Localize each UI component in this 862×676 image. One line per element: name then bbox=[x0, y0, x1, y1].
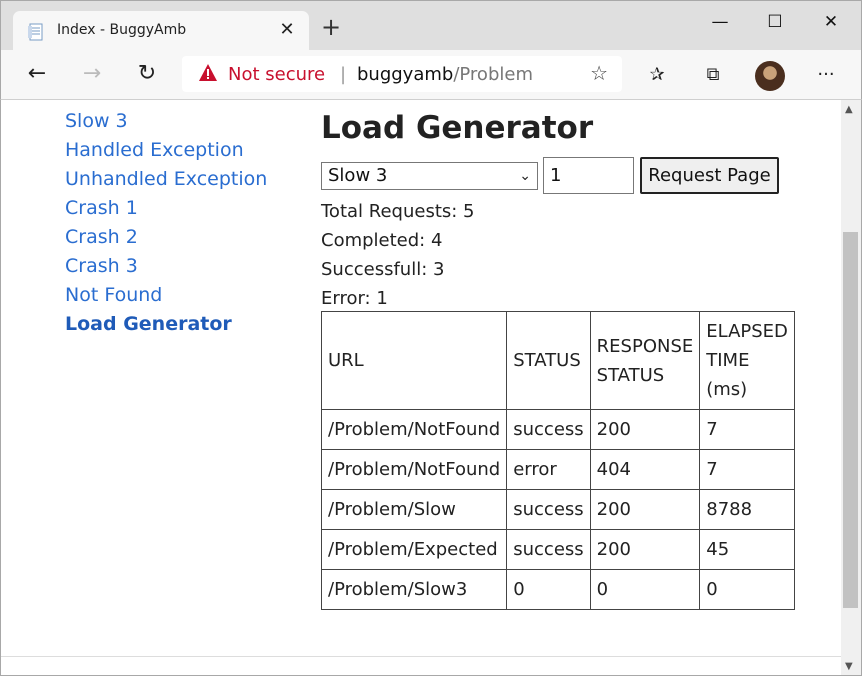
sidebar-item-not-found[interactable]: Not Found bbox=[65, 281, 267, 310]
cell-url: /Problem/Slow3 bbox=[320, 569, 508, 610]
more-options-icon[interactable]: ··· bbox=[813, 62, 839, 88]
load-controls: Slow 3 ⌄ 1 Request Page bbox=[321, 157, 781, 195]
scroll-up-icon[interactable]: ▲ bbox=[845, 104, 853, 115]
problem-select-value: Slow 3 bbox=[328, 165, 388, 186]
sidebar-item-handled-exception[interactable]: Handled Exception bbox=[65, 136, 267, 165]
cell-response-status: 0 bbox=[589, 569, 701, 610]
collections-icon[interactable]: ⧉ bbox=[700, 62, 726, 88]
column-header-response-status: RESPONSE STATUS bbox=[589, 311, 701, 410]
new-tab-button[interactable]: + bbox=[318, 15, 344, 39]
cell-response-status: 200 bbox=[589, 489, 701, 530]
column-header-status: STATUS bbox=[506, 311, 591, 410]
sidebar-item-crash-3[interactable]: Crash 3 bbox=[65, 252, 267, 281]
scrollbar-thumb[interactable] bbox=[843, 232, 858, 608]
url-text: buggyamb/Problem bbox=[357, 64, 533, 85]
profile-avatar[interactable] bbox=[755, 61, 785, 91]
problem-select[interactable]: Slow 3 ⌄ bbox=[321, 162, 538, 190]
cell-url: /Problem/Slow bbox=[320, 489, 508, 530]
tab-title: Index - BuggyAmb bbox=[57, 22, 187, 38]
cell-status: success bbox=[506, 409, 591, 450]
refresh-icon[interactable]: ↻ bbox=[132, 59, 162, 89]
completed-requests: Completed: 4 bbox=[321, 230, 443, 251]
cell-elapsed-time: 7 bbox=[699, 449, 795, 490]
cell-elapsed-time: 0 bbox=[699, 569, 795, 610]
cell-status: 0 bbox=[506, 569, 591, 610]
browser-toolbar: ← → ↻ Not secure | buggyamb/Problem ☆ ✰ … bbox=[0, 50, 862, 100]
warning-icon bbox=[199, 64, 217, 81]
cell-url: /Problem/Expected bbox=[320, 529, 508, 570]
browser-tab[interactable]: Index - BuggyAmb ✕ bbox=[13, 11, 309, 52]
error-requests: Error: 1 bbox=[321, 288, 388, 309]
table-row: /Problem/NotFound success 200 7 bbox=[320, 409, 795, 450]
sidebar-item-load-generator[interactable]: Load Generator bbox=[65, 310, 267, 339]
cell-url: /Problem/NotFound bbox=[320, 409, 508, 450]
sidebar-item-unhandled-exception[interactable]: Unhandled Exception bbox=[65, 165, 267, 194]
total-requests: Total Requests: 5 bbox=[321, 201, 475, 222]
favorites-list-icon[interactable]: ✰ bbox=[644, 62, 670, 88]
minimize-button[interactable]: — bbox=[700, 11, 740, 35]
back-arrow-icon[interactable]: ← bbox=[22, 59, 52, 89]
column-header-url: URL bbox=[320, 311, 508, 410]
table-row: /Problem/Slow success 200 8788 bbox=[320, 489, 795, 530]
cell-elapsed-time: 7 bbox=[699, 409, 795, 450]
table-row: /Problem/NotFound error 404 7 bbox=[320, 449, 795, 490]
tab-close-icon[interactable]: ✕ bbox=[277, 19, 297, 40]
chevron-down-icon: ⌄ bbox=[519, 168, 531, 184]
page-viewport: Slow 3 Handled Exception Unhandled Excep… bbox=[0, 100, 862, 676]
title-bar: Index - BuggyAmb ✕ + — ☐ ✕ bbox=[0, 0, 862, 52]
forward-arrow-icon[interactable]: → bbox=[77, 59, 107, 89]
address-bar[interactable]: Not secure | buggyamb/Problem ☆ bbox=[182, 56, 622, 92]
maximize-button[interactable]: ☐ bbox=[755, 11, 795, 35]
cell-url: /Problem/NotFound bbox=[320, 449, 508, 490]
sidebar-item-slow-3[interactable]: Slow 3 bbox=[65, 107, 267, 136]
table-row: /Problem/Slow3 0 0 0 bbox=[320, 569, 795, 610]
favorite-star-icon[interactable]: ☆ bbox=[590, 61, 608, 85]
request-stats: Total Requests: 5 Completed: 4 Successfu… bbox=[321, 197, 475, 313]
cell-response-status: 200 bbox=[589, 409, 701, 450]
table-header-row: URL STATUS RESPONSE STATUS ELAPSED TIME … bbox=[320, 311, 795, 410]
cell-status: error bbox=[506, 449, 591, 490]
page-footer-divider bbox=[1, 656, 843, 657]
cell-status: success bbox=[506, 489, 591, 530]
request-page-button[interactable]: Request Page bbox=[640, 157, 779, 194]
not-secure-label[interactable]: Not secure bbox=[228, 64, 325, 85]
scroll-down-icon[interactable]: ▼ bbox=[845, 661, 853, 672]
url-host: buggyamb bbox=[357, 64, 454, 85]
sidebar-item-crash-1[interactable]: Crash 1 bbox=[65, 194, 267, 223]
page-icon bbox=[28, 23, 43, 41]
sidebar-item-crash-2[interactable]: Crash 2 bbox=[65, 223, 267, 252]
results-table: URL STATUS RESPONSE STATUS ELAPSED TIME … bbox=[320, 311, 795, 610]
main-content: Load Generator Slow 3 ⌄ 1 Request Page T… bbox=[320, 108, 795, 610]
cell-elapsed-time: 45 bbox=[699, 529, 795, 570]
table-row: /Problem/Expected success 200 45 bbox=[320, 529, 795, 570]
cell-response-status: 200 bbox=[589, 529, 701, 570]
column-header-elapsed-time: ELAPSED TIME (ms) bbox=[699, 311, 795, 410]
cell-elapsed-time: 8788 bbox=[699, 489, 795, 530]
vertical-scrollbar[interactable]: ▲ ▼ bbox=[841, 100, 861, 675]
cell-response-status: 404 bbox=[589, 449, 701, 490]
address-separator: | bbox=[340, 64, 347, 85]
url-path: /Problem bbox=[453, 64, 533, 85]
request-count-input[interactable]: 1 bbox=[543, 157, 634, 194]
close-window-button[interactable]: ✕ bbox=[811, 11, 851, 35]
sidebar-nav: Slow 3 Handled Exception Unhandled Excep… bbox=[65, 107, 267, 339]
cell-status: success bbox=[506, 529, 591, 570]
page-title: Load Generator bbox=[321, 110, 594, 146]
successful-requests: Successfull: 3 bbox=[321, 259, 445, 280]
